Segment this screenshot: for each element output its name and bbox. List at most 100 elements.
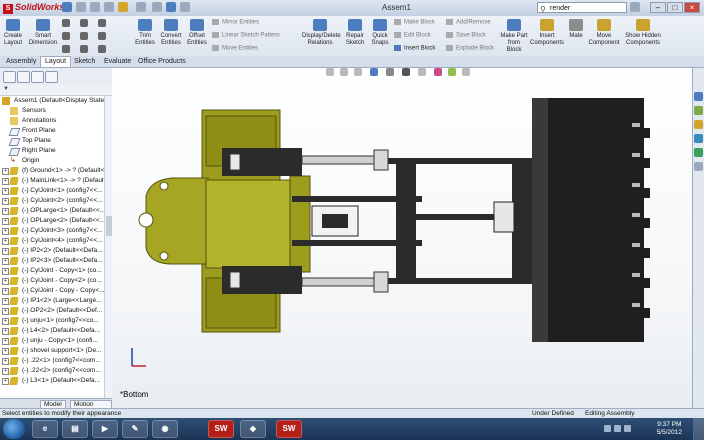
taskbar-chrome-icon[interactable]: ◉ <box>152 420 178 438</box>
move-entities-button[interactable]: Move Entities <box>212 45 258 52</box>
start-button[interactable] <box>3 419 25 439</box>
tree-root-assembly[interactable]: Assem1 (Default<Display State-1>) <box>0 96 104 106</box>
custom-properties-icon[interactable] <box>694 162 703 171</box>
edit-block-button[interactable]: Edit Block <box>394 32 431 39</box>
tree-item[interactable]: + (-) CylJoint - Copy - Copy<... <box>0 286 104 296</box>
repair-sketch-button[interactable]: Repair Sketch <box>342 19 368 47</box>
tree-item[interactable]: + (-) .22<1> (config7<<com... <box>0 356 104 366</box>
taskbar-ie-icon[interactable]: e <box>32 420 58 438</box>
pivot-plate[interactable] <box>145 177 209 265</box>
expand-icon[interactable]: + <box>2 218 9 225</box>
taskbar-media-icon[interactable]: ▶ <box>92 420 118 438</box>
select-icon[interactable] <box>136 2 146 12</box>
spline-icon[interactable] <box>98 19 106 27</box>
tab-layout[interactable]: Layout <box>40 56 72 67</box>
feature-tree-tab-icon[interactable] <box>3 71 16 83</box>
mate-button[interactable]: Mate <box>566 19 586 40</box>
expand-icon[interactable]: + <box>2 348 9 355</box>
line-icon[interactable] <box>62 19 70 27</box>
tree-item[interactable]: + (-) CylJoint - Copy<1> (co... <box>0 266 104 276</box>
print-icon[interactable] <box>104 2 114 12</box>
tree-item[interactable]: + (-) unju - Copy<1> (confi... <box>0 336 104 346</box>
undo-icon[interactable] <box>118 2 128 12</box>
tree-item[interactable]: + (-) CylJoint<2> (config7<<... <box>0 196 104 206</box>
bucket[interactable] <box>532 98 644 342</box>
expand-icon[interactable]: + <box>2 238 9 245</box>
add-remove-button[interactable]: Add/Remove <box>446 19 491 26</box>
tray-volume-icon[interactable] <box>624 425 631 432</box>
tree-item[interactable]: Right Plane <box>0 146 104 156</box>
slot-icon[interactable] <box>62 45 70 53</box>
expand-icon[interactable]: + <box>2 308 9 315</box>
create-layout-button[interactable]: Create Layout <box>2 19 24 47</box>
tray-flag-icon[interactable] <box>604 425 611 432</box>
tree-item[interactable]: + (-) OP2<2> (Default<<Def... <box>0 306 104 316</box>
tree-item[interactable]: + (-) MainLink<1> -> ? (Default<... <box>0 176 104 186</box>
tree-item[interactable]: Annotations <box>0 116 104 126</box>
tab-sketch[interactable]: Sketch <box>70 57 99 67</box>
make-part-from-block-button[interactable]: Make Part from Block <box>500 19 528 54</box>
insert-components-button[interactable]: Insert Components <box>530 19 564 47</box>
save-icon[interactable] <box>90 2 100 12</box>
tree-item[interactable]: + (-) shovel support<1> (De... <box>0 346 104 356</box>
expand-icon[interactable]: + <box>2 188 9 195</box>
expand-icon[interactable]: + <box>2 288 9 295</box>
tree-item[interactable]: + (-) CylJoint<4> (config7<<... <box>0 236 104 246</box>
expand-icon[interactable]: + <box>2 328 9 335</box>
tree-item[interactable]: + (-) CylJoint<1> (config7<<... <box>0 186 104 196</box>
expand-icon[interactable]: + <box>2 178 9 185</box>
tree-filter[interactable]: ▼ <box>0 85 113 96</box>
tree-item[interactable]: ↳ Origin <box>0 156 104 166</box>
tab-evaluate[interactable]: Evaluate <box>100 57 135 67</box>
expand-icon[interactable]: + <box>2 298 9 305</box>
minimize-button[interactable]: – <box>650 2 666 13</box>
explode-block-button[interactable]: Explode Block <box>446 45 494 52</box>
open-icon[interactable] <box>76 2 86 12</box>
tree-item[interactable]: + (-) IP1<2> (Large<<Large... <box>0 296 104 306</box>
arc-icon[interactable] <box>80 32 88 40</box>
taskbar-paint-icon[interactable]: ✎ <box>122 420 148 438</box>
file-explorer-icon[interactable] <box>694 120 703 129</box>
customize-icon[interactable] <box>180 2 190 12</box>
vertical-bar-right[interactable] <box>512 162 532 282</box>
expand-icon[interactable]: + <box>2 338 9 345</box>
assembly-model[interactable] <box>112 68 692 408</box>
tree-item[interactable]: + (-) OPLarge<2> (Default<<... <box>0 216 104 226</box>
search-commands-input[interactable]: ⚲ render <box>537 2 627 14</box>
expand-icon[interactable]: + <box>2 318 9 325</box>
show-desktop-button[interactable] <box>693 418 704 440</box>
tree-item[interactable]: + (-) .22<2> (config7<<com... <box>0 366 104 376</box>
taskbar-explorer-icon[interactable]: ▤ <box>62 420 88 438</box>
smart-dimension-button[interactable]: Smart Dimension <box>28 19 58 47</box>
expand-icon[interactable]: + <box>2 268 9 275</box>
graphics-area[interactable]: *Bottom <box>112 68 692 408</box>
rebuild-icon[interactable] <box>152 2 162 12</box>
maximize-button[interactable]: □ <box>667 2 683 13</box>
tree-item[interactable]: + (-) IP2<3> (Default<<Defa... <box>0 256 104 266</box>
expand-icon[interactable]: + <box>2 378 9 385</box>
resources-icon[interactable] <box>694 92 703 101</box>
tree-item[interactable]: + (f) Ground<1> -> ? (Default<<... <box>0 166 104 176</box>
tree-item[interactable]: + (-) IP2<2> (Default<<Defa... <box>0 246 104 256</box>
offset-entities-button[interactable]: Offset Entities <box>184 19 210 47</box>
point-icon[interactable] <box>98 32 106 40</box>
show-hidden-components-button[interactable]: Show Hidden Components <box>624 19 662 47</box>
view-palette-icon[interactable] <box>694 134 703 143</box>
taskbar-app-icon[interactable]: ◆ <box>240 420 266 438</box>
tree-item[interactable]: Sensors <box>0 106 104 116</box>
quick-snaps-button[interactable]: Quick Snaps <box>370 19 390 47</box>
expand-icon[interactable]: + <box>2 278 9 285</box>
polygon-icon[interactable] <box>80 45 88 53</box>
app-logo[interactable]: S SolidWorks <box>3 2 64 14</box>
tray-network-icon[interactable] <box>614 425 621 432</box>
expand-icon[interactable]: + <box>2 168 9 175</box>
lower-rod[interactable] <box>301 277 387 287</box>
design-library-icon[interactable] <box>694 106 703 115</box>
taskbar-solidworks-icon[interactable]: SW <box>208 420 234 438</box>
vertical-bar-left[interactable] <box>396 162 416 282</box>
expand-icon[interactable]: + <box>2 228 9 235</box>
mirror-entities-button[interactable]: Mirror Entities <box>212 19 259 26</box>
text-icon[interactable] <box>98 45 106 53</box>
display-delete-relations-button[interactable]: Display/Delete Relations <box>302 19 341 47</box>
expand-icon[interactable]: + <box>2 358 9 365</box>
